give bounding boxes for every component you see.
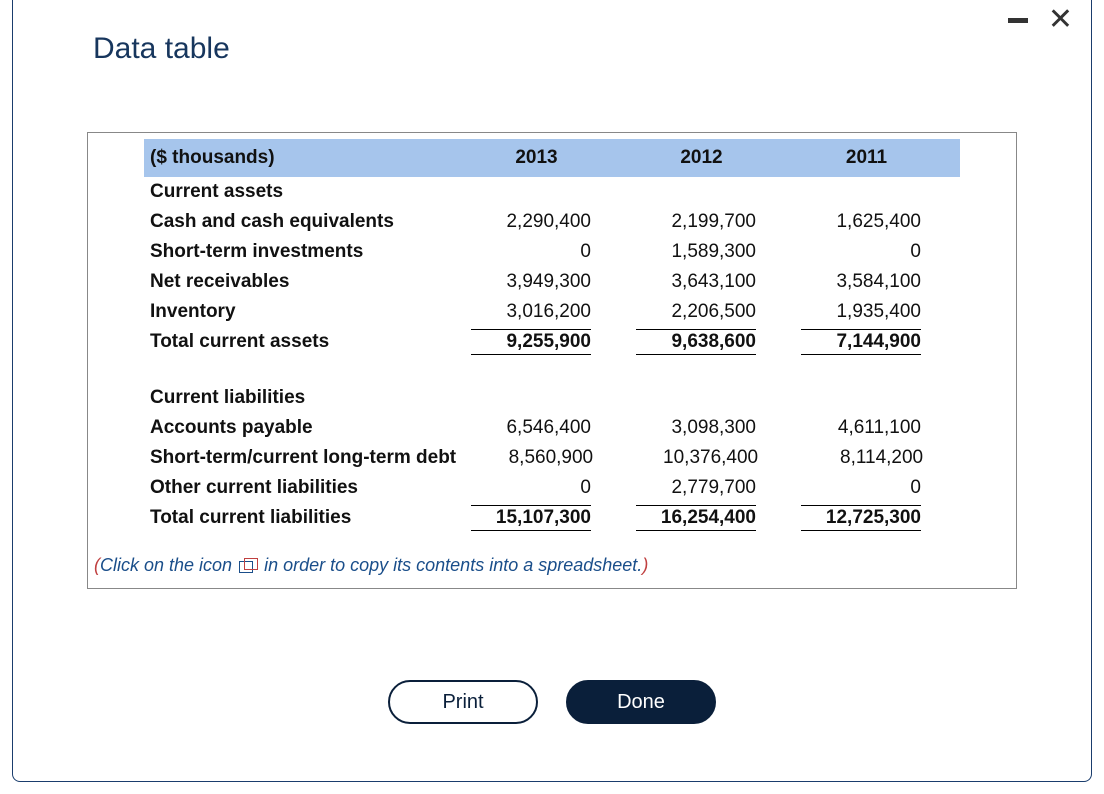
cell: 6,546,400	[454, 417, 619, 439]
row-short-term-debt: Short-term/current long-term debt 8,560,…	[144, 443, 960, 473]
row-label: Cash and cash equivalents	[144, 211, 454, 233]
close-icon[interactable]: ✕	[1048, 10, 1073, 30]
col-2011: 2011	[784, 147, 949, 169]
row-label: Accounts payable	[144, 417, 454, 439]
row-label: Total current assets	[144, 331, 454, 353]
modal-title: Data table	[93, 32, 230, 66]
cell: 3,949,300	[454, 271, 619, 293]
print-button[interactable]: Print	[388, 680, 538, 724]
cell: 16,254,400	[619, 505, 784, 531]
row-receivables: Net receivables 3,949,300 3,643,100 3,58…	[144, 267, 960, 297]
row-accounts-payable: Accounts payable 6,546,400 3,098,300 4,6…	[144, 413, 960, 443]
done-button[interactable]: Done	[566, 680, 716, 724]
cell: 4,611,100	[784, 417, 949, 439]
row-label: Total current liabilities	[144, 507, 454, 529]
cell: 7,144,900	[784, 329, 949, 355]
row-label: Net receivables	[144, 271, 454, 293]
data-table-modal: ✕ Data table ($ thousands) 2013 2012 201…	[12, 0, 1092, 782]
row-label: Short-term/current long-term debt	[144, 447, 456, 469]
row-label: Short-term investments	[144, 241, 454, 263]
cell: 2,206,500	[619, 301, 784, 323]
cell: 10,376,400	[621, 447, 786, 469]
cell: 9,255,900	[454, 329, 619, 355]
cell: 15,107,300	[454, 505, 619, 531]
cell: 12,725,300	[784, 505, 949, 531]
table-header-row: ($ thousands) 2013 2012 2011	[144, 139, 960, 177]
section-heading-liabilities: Current liabilities	[144, 383, 960, 413]
section-label: Current assets	[144, 181, 454, 203]
row-cash: Cash and cash equivalents 2,290,400 2,19…	[144, 207, 960, 237]
cell: 1,589,300	[619, 241, 784, 263]
copy-hint: (Click on the icon in order to copy its …	[88, 555, 1016, 576]
cell: 0	[784, 241, 949, 263]
cell: 2,199,700	[619, 211, 784, 233]
row-total-assets: Total current assets 9,255,900 9,638,600…	[144, 327, 960, 357]
row-other-liabilities: Other current liabilities 0 2,779,700 0	[144, 473, 960, 503]
row-label: Inventory	[144, 301, 454, 323]
unit-header: ($ thousands)	[144, 147, 454, 169]
row-inventory: Inventory 3,016,200 2,206,500 1,935,400	[144, 297, 960, 327]
cell: 8,114,200	[786, 447, 951, 469]
cell: 1,935,400	[784, 301, 949, 323]
cell: 3,584,100	[784, 271, 949, 293]
cell: 9,638,600	[619, 329, 784, 355]
cell: 2,290,400	[454, 211, 619, 233]
row-total-liabilities: Total current liabilities 15,107,300 16,…	[144, 503, 960, 533]
data-table: ($ thousands) 2013 2012 2011 Current ass…	[87, 132, 1017, 589]
cell: 0	[454, 241, 619, 263]
cell: 2,779,700	[619, 477, 784, 499]
cell: 3,098,300	[619, 417, 784, 439]
cell: 3,016,200	[454, 301, 619, 323]
minimize-icon[interactable]	[1008, 18, 1028, 23]
section-heading-assets: Current assets	[144, 177, 960, 207]
col-2013: 2013	[454, 147, 619, 169]
cell: 8,560,900	[456, 447, 621, 469]
copy-to-spreadsheet-icon[interactable]	[239, 559, 257, 573]
row-sti: Short-term investments 0 1,589,300 0	[144, 237, 960, 267]
cell: 0	[454, 477, 619, 499]
cell: 0	[784, 477, 949, 499]
section-label: Current liabilities	[144, 387, 454, 409]
row-label: Other current liabilities	[144, 477, 454, 499]
cell: 1,625,400	[784, 211, 949, 233]
col-2012: 2012	[619, 147, 784, 169]
cell: 3,643,100	[619, 271, 784, 293]
